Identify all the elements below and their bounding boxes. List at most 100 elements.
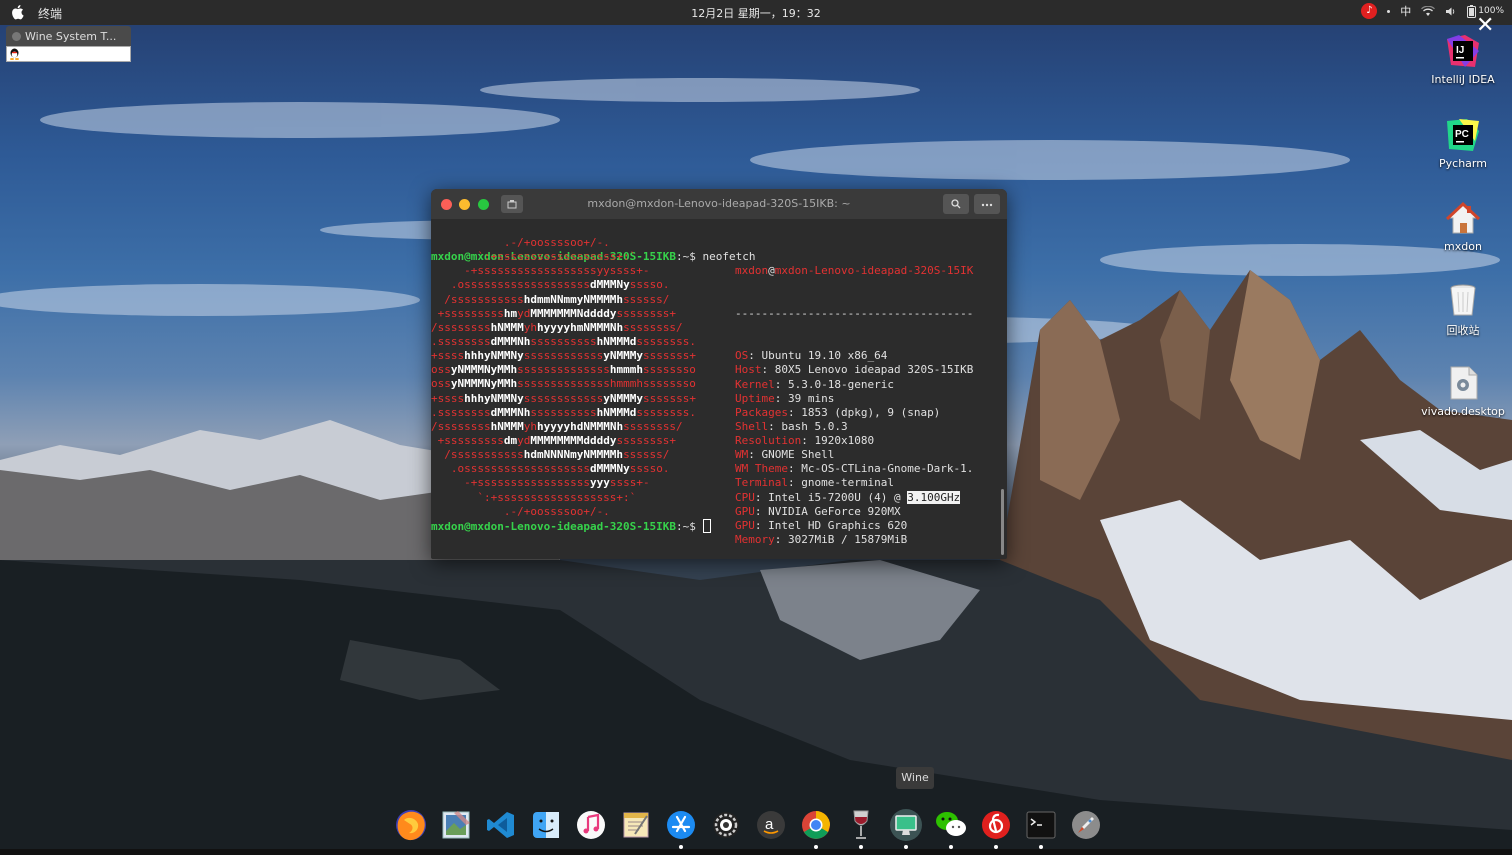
dock-app-wine-glass[interactable] [843,807,879,849]
dock-app-music[interactable] [573,807,609,843]
desktop-icon-trash[interactable]: 回收站 [1418,282,1508,338]
window-close-dot-icon[interactable] [12,31,21,41]
logo-segment: yd [517,433,531,447]
wine-system-tray-window[interactable]: Wine System T... [6,26,131,64]
dock: a [393,804,1104,849]
logo-line: ossyNMMMNyMMhsssssssssssssshmmmhssssssso [431,363,731,377]
clock[interactable]: 12月2日 星期一，19：32 [0,5,1512,21]
info-row: GPU: Intel HD Graphics 620 [735,519,997,533]
wine-tray-area [6,46,131,62]
battery-icon [1467,4,1477,18]
netease-icon [982,811,1010,839]
info-value: 39 mins [788,391,835,405]
logo-line: .ssssssssdMMMNhsssssssssshNMMMdssssssss. [431,335,731,349]
logo-segment: ssssssss/ [623,419,683,433]
running-indicator [859,845,863,849]
logo-line: .-/+oossssoo+/-. [431,236,731,250]
logo-segment: sssso. [629,462,690,476]
new-tab-button[interactable] [501,195,523,213]
terminal-scrollbar[interactable] [1001,489,1004,555]
more-dots-icon [981,203,993,207]
terminal-titlebar[interactable]: mxdon@mxdon-Lenovo-ideapad-320S-15IKB: ~ [431,189,1007,219]
intellij-icon: IJ [1447,35,1479,67]
desktop-icon-label: IntelliJ IDEA [1431,73,1495,86]
volume-icon[interactable] [1445,6,1457,17]
dock-app-terminal[interactable] [1023,807,1059,849]
logo-segment: hhhyNMMNy [464,349,524,363]
trash-icon [1450,284,1476,316]
info-key: CPU [735,490,755,504]
logo-segment: hyyyyhdNMMMNh [536,419,624,433]
info-row: Host: 80X5 Lenovo ideapad 320S-15IKB [735,363,997,377]
dock-app-settings[interactable] [708,807,744,843]
input-method-indicator[interactable]: 中 [1400,3,1411,19]
desktop-icon-pycharm[interactable]: PC Pycharm [1418,117,1508,170]
menu-button[interactable] [974,194,1000,214]
terminal-window[interactable]: mxdon@mxdon-Lenovo-ideapad-320S-15IKB: ~… [431,189,1007,559]
logo-segment: hNMMMd [596,405,637,419]
logo-segment: ssssssss/ [623,320,683,334]
dock-app-launchpad[interactable] [1068,807,1104,843]
maximize-window-button[interactable] [478,199,489,210]
info-colon: : [754,490,769,504]
new-tab-icon [507,200,517,209]
info-key: Host [735,363,762,377]
qq-penguin-icon[interactable] [9,48,20,60]
terminal-output[interactable]: mxdon@mxdon-Lenovo-ideapad-320S-15IKB:~$… [431,222,997,557]
logo-segment: ssssssss. [636,405,696,419]
info-key: Memory [735,533,775,547]
minimize-window-button[interactable] [459,199,470,210]
apple-menu-icon[interactable] [11,4,25,20]
info-separator: ------------------------------------ [735,306,974,320]
wechat-icon [936,812,966,836]
wifi-icon[interactable] [1421,5,1436,17]
info-key: Terminal [735,476,788,490]
info-row: Resolution: 1920x1080 [735,434,997,448]
dock-app-amazon[interactable]: a [753,807,789,843]
desktop-icon-label: vivado.desktop [1421,405,1505,418]
dock-app-appstore[interactable] [663,807,699,849]
dock-app-wine[interactable] [888,807,924,849]
wine-window-titlebar[interactable]: Wine System T... [6,26,131,46]
info-key: WM Theme [735,462,788,476]
prompt-line[interactable]: mxdon@mxdon-Lenovo-ideapad-320S-15IKB:~$ [431,519,711,533]
logo-segment: ssssssssssss [523,349,604,363]
pycharm-icon: PC [1447,119,1479,151]
logo-segment: yd [517,306,531,320]
active-app-name[interactable]: 终端 [38,5,62,22]
running-indicator [814,845,818,849]
logo-segment: hyyyyhmNMMMNh [536,320,624,334]
logo-segment: +ssss [431,391,465,405]
desktop-icon-home[interactable]: mxdon [1418,200,1508,253]
logo-segment: .osssssssssssssssssss [431,462,590,476]
running-indicator [994,845,998,849]
svg-text:PC: PC [1455,129,1469,140]
dock-app-preview[interactable] [438,807,474,843]
logo-segment: hmmmh [609,363,643,377]
amazon-icon: a [757,811,785,839]
dock-app-notes[interactable] [618,807,654,843]
notes-icon [623,812,649,838]
dock-app-firefox[interactable] [393,807,429,843]
logo-segment: hNMMMd [596,334,637,348]
info-header: mxdon@mxdon-Lenovo-ideapad-320S-15IK [735,264,997,278]
desktop-file-icon [1450,366,1478,400]
desktop-icon-intellij[interactable]: IJ IntelliJ IDEA [1418,33,1508,86]
info-colon: : [761,363,775,377]
dock-app-netease-music[interactable] [978,807,1014,849]
search-button[interactable] [943,194,969,214]
dock-app-chrome[interactable] [798,807,834,849]
dock-app-wechat[interactable] [933,807,969,849]
info-colon: : [801,434,815,448]
info-value: 1920x1080 [814,434,875,448]
logo-segment: -+sssssssssssssssss [431,476,590,490]
netease-tray-icon[interactable]: ♪ [1361,3,1378,19]
logo-line: +ssssssssshmydMMMMMMMNddddyssssssss+ [431,307,731,321]
close-window-button[interactable] [441,199,452,210]
dock-app-vscode[interactable] [483,807,519,843]
logo-segment: yNMMMNyMMh [450,377,518,391]
dock-app-finder[interactable] [528,807,564,843]
logo-segment: hm [503,306,518,320]
info-colon: : [748,448,762,462]
desktop-icon-vivado[interactable]: vivado.desktop [1418,365,1508,418]
